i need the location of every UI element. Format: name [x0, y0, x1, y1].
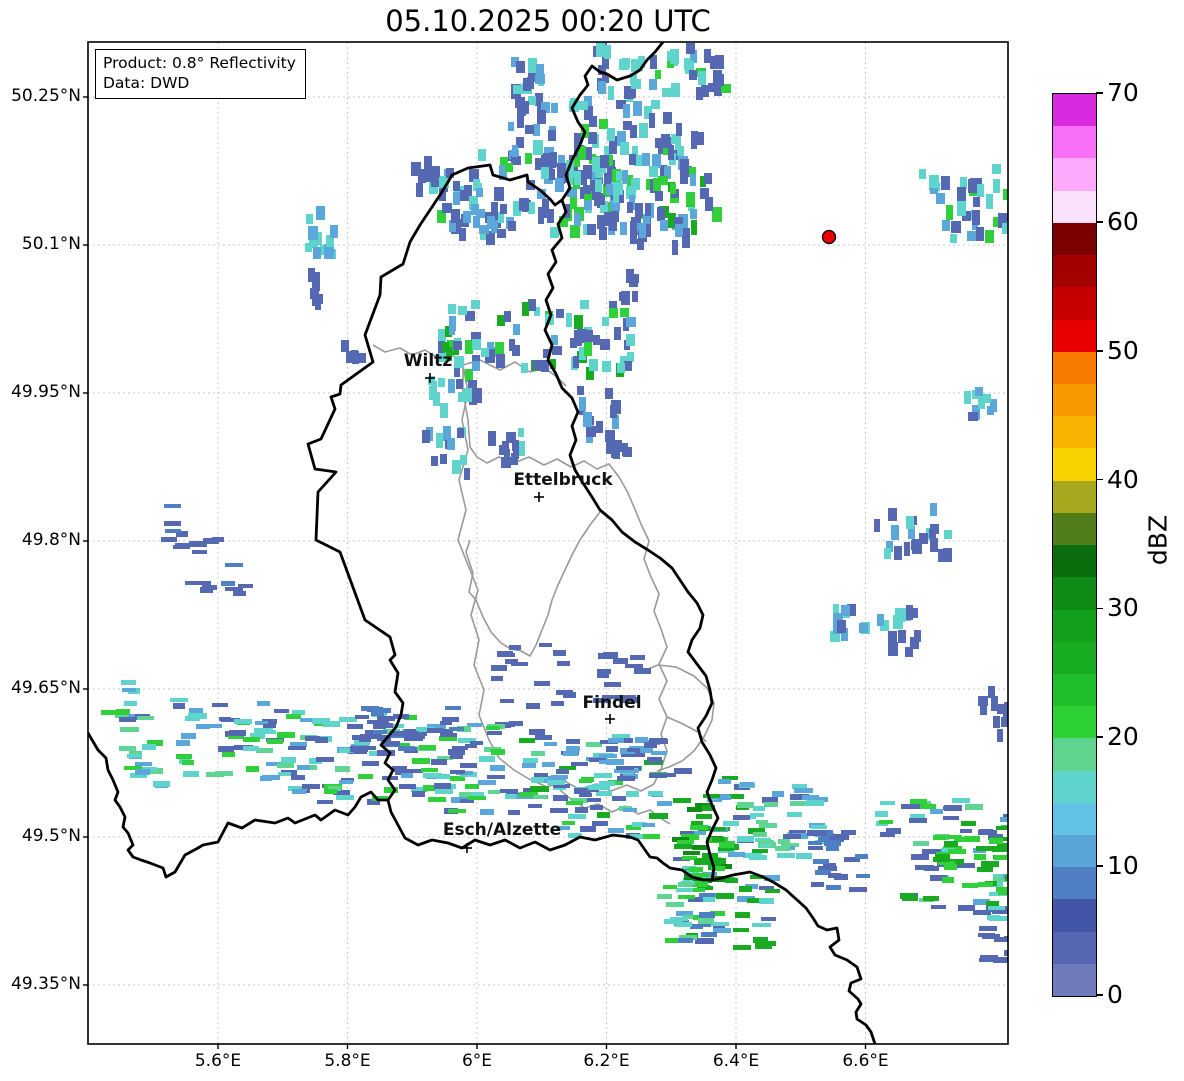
colorbar-unit-label: dBZ: [1143, 514, 1173, 566]
colorbar-tick-label: 20: [1107, 722, 1139, 752]
y-axis-tick-label: 50.25°N: [11, 86, 81, 106]
colorbar-segment: [1053, 931, 1096, 964]
colorbar-segment: [1053, 673, 1096, 707]
colorbar-segment: [1053, 512, 1096, 546]
x-axis-tick-label: 6.2°E: [583, 1051, 630, 1071]
colorbar-tick-mark: [1096, 736, 1103, 739]
colorbar-segment: [1053, 190, 1096, 223]
city-marker: [462, 843, 472, 853]
colorbar-segment: [1053, 835, 1096, 868]
colorbar-tick-mark: [1096, 221, 1103, 223]
colorbar-segment: [1053, 545, 1096, 578]
x-axis-tick-label: 6.4°E: [712, 1051, 760, 1071]
colorbar-segment: [1053, 802, 1096, 836]
colorbar-segment: [1053, 577, 1096, 610]
colorbar-segment: [1053, 641, 1096, 674]
colorbar-tick-label: 60: [1107, 206, 1139, 236]
colorbar-segment: [1053, 255, 1096, 288]
colorbar-segment: [1053, 738, 1096, 771]
plot-frame: [87, 41, 1009, 1045]
colorbar-segment: [1053, 351, 1096, 384]
colorbar-tick-label: 70: [1107, 78, 1139, 107]
product-info-box: Product: 0.8° Reflectivity Data: DWD: [95, 49, 306, 99]
colorbar-segment: [1053, 94, 1096, 127]
colorbar-segment: [1053, 222, 1096, 256]
y-axis-tick-label: 49.35°N: [11, 974, 81, 994]
colorbar-segment: [1053, 770, 1096, 803]
y-axis-tick-label: 49.8°N: [21, 530, 81, 550]
y-axis-tick-label: 49.65°N: [11, 678, 81, 698]
colorbar-tick-mark: [1096, 349, 1103, 352]
y-axis-tick-label: 50.1°N: [21, 234, 81, 254]
x-axis-tick-label: 5.8°E: [324, 1051, 371, 1071]
x-axis-tick-label: 6.6°E: [842, 1051, 889, 1071]
colorbar-segment: [1053, 448, 1096, 481]
colorbar-tick-mark: [1096, 865, 1103, 867]
colorbar-segment: [1053, 126, 1096, 159]
colorbar-segment: [1053, 867, 1096, 900]
colorbar-segment: [1053, 383, 1096, 417]
colorbar-segment: [1053, 963, 1096, 997]
colorbar-segment: [1053, 416, 1096, 449]
x-axis-tick-label: 6°E: [461, 1051, 493, 1071]
colorbar-segment: [1053, 480, 1096, 513]
city-label: Findel: [582, 693, 642, 713]
colorbar-tick-label: 30: [1107, 593, 1139, 623]
x-axis-tick-label: 5.6°E: [194, 1051, 242, 1071]
city-marker: [534, 492, 544, 502]
y-axis-tick-label: 49.95°N: [11, 382, 81, 402]
colorbar-segment: [1053, 899, 1096, 932]
colorbar-tick-mark: [1096, 92, 1103, 94]
y-axis-tick-label: 49.5°N: [21, 826, 81, 846]
colorbar-tick-mark: [1096, 607, 1103, 610]
radar-figure: 05.10.2025 00:20 UTC Product: 0.8° Refle…: [0, 0, 1184, 1081]
district-border: [465, 511, 601, 657]
colorbar-tick-label: 0: [1107, 980, 1123, 1009]
colorbar-tick-mark: [1096, 994, 1103, 996]
map-plot: [83, 41, 1009, 1049]
colorbar-segment: [1053, 609, 1096, 642]
product-line: Product: 0.8° Reflectivity: [103, 54, 296, 72]
radar-echoes: [101, 42, 1008, 963]
city-label: Wiltz: [403, 351, 453, 371]
colorbar-segment: [1053, 287, 1096, 320]
colorbar-tick-label: 50: [1107, 335, 1139, 365]
colorbar: [1052, 93, 1097, 997]
colorbar-tick-label: 10: [1107, 851, 1139, 881]
colorbar-tick-label: 40: [1107, 464, 1139, 494]
data-source-line: Data: DWD: [103, 74, 190, 92]
radar-site-dot: [821, 229, 837, 245]
colorbar-tick-mark: [1096, 478, 1103, 481]
colorbar-segment: [1053, 706, 1096, 739]
colorbar-segment: [1053, 158, 1096, 191]
city-label: Ettelbruck: [513, 470, 613, 490]
city-label: Esch/Alzette: [442, 820, 562, 840]
colorbar-segment: [1053, 319, 1096, 352]
